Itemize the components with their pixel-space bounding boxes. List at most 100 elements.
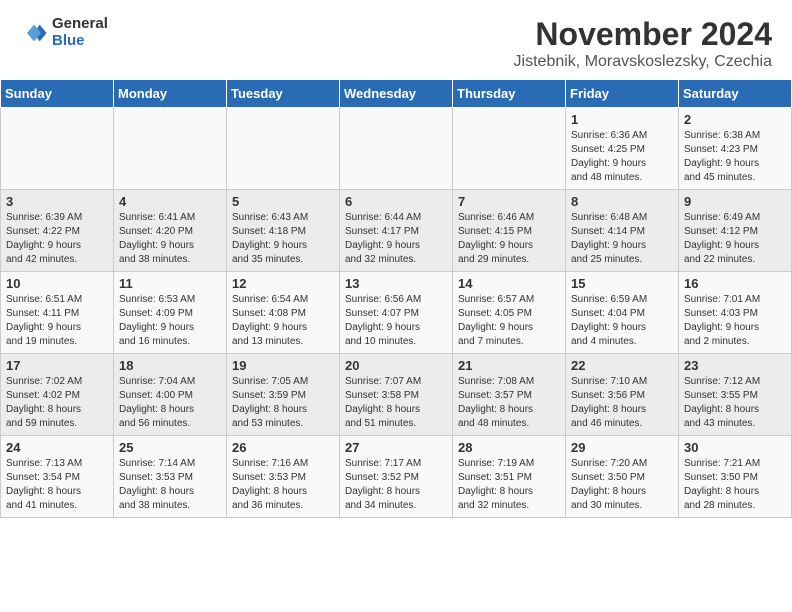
calendar-day-cell: 24 Sunrise: 7:13 AM Sunset: 3:54 PM Dayli… — [1, 436, 114, 518]
day-info: Sunrise: 7:21 AM Sunset: 3:50 PM Dayligh… — [684, 457, 786, 513]
day-number: 12 — [232, 276, 334, 291]
calendar-day-cell: 11Sunrise: 6:53 AM Sunset: 4:09 PM Dayli… — [114, 272, 227, 354]
day-number: 29 — [571, 440, 673, 455]
day-number: 14 — [458, 276, 560, 291]
calendar-day-cell: 10 Sunrise: 6:51 AM Sunset: 4:11 PM Dayli… — [1, 272, 114, 354]
day-number: 5 — [232, 194, 334, 209]
weekday-header: Saturday — [679, 80, 792, 108]
calendar-day-cell: 30Sunrise: 7:21 AM Sunset: 3:50 PM Dayli… — [679, 436, 792, 518]
day-number: 19 — [232, 358, 334, 373]
calendar-day-cell: 14 Sunrise: 6:57 AM Sunset: 4:05 PM Dayli… — [453, 272, 566, 354]
day-number: 9 — [684, 194, 786, 209]
calendar-day-cell: 16 Sunrise: 7:01 AM Sunset: 4:03 PM Dayli… — [679, 272, 792, 354]
day-info: Sunrise: 7:08 AM Sunset: 3:57 PM Dayligh… — [458, 375, 560, 431]
logo-general-text: General — [52, 16, 108, 33]
calendar-day-cell: 4 Sunrise: 6:41 AM Sunset: 4:20 PM Daylig… — [114, 190, 227, 272]
calendar-day-cell: 20 Sunrise: 7:07 AM Sunset: 3:58 PM Dayli… — [340, 354, 453, 436]
logo-icon — [20, 19, 48, 47]
calendar-day-cell: 12 Sunrise: 6:54 AM Sunset: 4:08 PM Dayli… — [227, 272, 340, 354]
day-number: 17 — [6, 358, 108, 373]
logo: General Blue — [20, 16, 108, 49]
weekday-header: Tuesday — [227, 80, 340, 108]
month-title: November 2024 — [514, 16, 772, 53]
calendar-week-row: 1 Sunrise: 6:36 AM Sunset: 4:25 PM Daylig… — [1, 108, 792, 190]
calendar-day-cell: 22 Sunrise: 7:10 AM Sunset: 3:56 PM Dayli… — [566, 354, 679, 436]
day-info: Sunrise: 6:46 AM Sunset: 4:15 PM Dayligh… — [458, 211, 560, 267]
day-number: 20 — [345, 358, 447, 373]
day-info: Sunrise: 6:51 AM Sunset: 4:11 PM Dayligh… — [6, 293, 108, 349]
day-info: Sunrise: 7:10 AM Sunset: 3:56 PM Dayligh… — [571, 375, 673, 431]
day-info: Sunrise: 6:41 AM Sunset: 4:20 PM Dayligh… — [119, 211, 221, 267]
calendar-day-cell: 17 Sunrise: 7:02 AM Sunset: 4:02 PM Dayli… — [1, 354, 114, 436]
calendar-day-cell: 27 Sunrise: 7:17 AM Sunset: 3:52 PM Dayli… — [340, 436, 453, 518]
day-number: 24 — [6, 440, 108, 455]
day-number: 6 — [345, 194, 447, 209]
day-number: 23 — [684, 358, 786, 373]
day-number: 7 — [458, 194, 560, 209]
day-info: Sunrise: 7:12 AM Sunset: 3:55 PM Dayligh… — [684, 375, 786, 431]
title-block: November 2024 Jistebnik, Moravskoslezsky… — [514, 16, 772, 71]
day-number: 4 — [119, 194, 221, 209]
weekday-header: Friday — [566, 80, 679, 108]
calendar-week-row: 17 Sunrise: 7:02 AM Sunset: 4:02 PM Dayli… — [1, 354, 792, 436]
day-number: 22 — [571, 358, 673, 373]
day-number: 18 — [119, 358, 221, 373]
day-info: Sunrise: 6:57 AM Sunset: 4:05 PM Dayligh… — [458, 293, 560, 349]
calendar-day-cell: 29 Sunrise: 7:20 AM Sunset: 3:50 PM Dayli… — [566, 436, 679, 518]
calendar-day-cell — [453, 108, 566, 190]
day-number: 2 — [684, 112, 786, 127]
day-info: Sunrise: 6:56 AM Sunset: 4:07 PM Dayligh… — [345, 293, 447, 349]
calendar-day-cell: 7 Sunrise: 6:46 AM Sunset: 4:15 PM Daylig… — [453, 190, 566, 272]
day-info: Sunrise: 7:01 AM Sunset: 4:03 PM Dayligh… — [684, 293, 786, 349]
calendar-day-cell: 13Sunrise: 6:56 AM Sunset: 4:07 PM Dayli… — [340, 272, 453, 354]
day-number: 11 — [119, 276, 221, 291]
day-info: Sunrise: 7:17 AM Sunset: 3:52 PM Dayligh… — [345, 457, 447, 513]
calendar-day-cell: 19 Sunrise: 7:05 AM Sunset: 3:59 PM Dayli… — [227, 354, 340, 436]
day-info: Sunrise: 6:48 AM Sunset: 4:14 PM Dayligh… — [571, 211, 673, 267]
day-number: 26 — [232, 440, 334, 455]
calendar-day-cell: 28Sunrise: 7:19 AM Sunset: 3:51 PM Dayli… — [453, 436, 566, 518]
day-number: 10 — [6, 276, 108, 291]
day-info: Sunrise: 7:14 AM Sunset: 3:53 PM Dayligh… — [119, 457, 221, 513]
day-info: Sunrise: 7:02 AM Sunset: 4:02 PM Dayligh… — [6, 375, 108, 431]
calendar-week-row: 3Sunrise: 6:39 AM Sunset: 4:22 PM Daylig… — [1, 190, 792, 272]
weekday-header: Monday — [114, 80, 227, 108]
calendar-day-cell: 1 Sunrise: 6:36 AM Sunset: 4:25 PM Daylig… — [566, 108, 679, 190]
calendar-week-row: 24 Sunrise: 7:13 AM Sunset: 3:54 PM Dayli… — [1, 436, 792, 518]
day-info: Sunrise: 6:36 AM Sunset: 4:25 PM Dayligh… — [571, 129, 673, 185]
calendar-day-cell: 9 Sunrise: 6:49 AM Sunset: 4:12 PM Daylig… — [679, 190, 792, 272]
day-number: 15 — [571, 276, 673, 291]
calendar-day-cell: 23 Sunrise: 7:12 AM Sunset: 3:55 PM Dayli… — [679, 354, 792, 436]
day-info: Sunrise: 7:20 AM Sunset: 3:50 PM Dayligh… — [571, 457, 673, 513]
calendar-day-cell — [340, 108, 453, 190]
calendar-day-cell: 26 Sunrise: 7:16 AM Sunset: 3:53 PM Dayli… — [227, 436, 340, 518]
day-number: 16 — [684, 276, 786, 291]
calendar-day-cell: 2Sunrise: 6:38 AM Sunset: 4:23 PM Daylig… — [679, 108, 792, 190]
day-info: Sunrise: 7:13 AM Sunset: 3:54 PM Dayligh… — [6, 457, 108, 513]
calendar-day-cell: 6 Sunrise: 6:44 AM Sunset: 4:17 PM Daylig… — [340, 190, 453, 272]
day-info: Sunrise: 7:05 AM Sunset: 3:59 PM Dayligh… — [232, 375, 334, 431]
calendar-day-cell: 25Sunrise: 7:14 AM Sunset: 3:53 PM Dayli… — [114, 436, 227, 518]
day-info: Sunrise: 6:43 AM Sunset: 4:18 PM Dayligh… — [232, 211, 334, 267]
day-info: Sunrise: 6:54 AM Sunset: 4:08 PM Dayligh… — [232, 293, 334, 349]
calendar-day-cell: 18 Sunrise: 7:04 AM Sunset: 4:00 PM Dayli… — [114, 354, 227, 436]
day-number: 8 — [571, 194, 673, 209]
day-number: 28 — [458, 440, 560, 455]
day-info: Sunrise: 6:49 AM Sunset: 4:12 PM Dayligh… — [684, 211, 786, 267]
calendar-day-cell: 8 Sunrise: 6:48 AM Sunset: 4:14 PM Daylig… — [566, 190, 679, 272]
day-number: 27 — [345, 440, 447, 455]
calendar-day-cell — [1, 108, 114, 190]
day-info: Sunrise: 7:04 AM Sunset: 4:00 PM Dayligh… — [119, 375, 221, 431]
calendar-header: SundayMondayTuesdayWednesdayThursdayFrid… — [1, 80, 792, 108]
weekday-header: Sunday — [1, 80, 114, 108]
day-number: 1 — [571, 112, 673, 127]
day-info: Sunrise: 6:44 AM Sunset: 4:17 PM Dayligh… — [345, 211, 447, 267]
day-number: 21 — [458, 358, 560, 373]
logo-blue-text: Blue — [52, 33, 108, 50]
page-header: General Blue November 2024 Jistebnik, Mo… — [0, 0, 792, 79]
calendar-table: SundayMondayTuesdayWednesdayThursdayFrid… — [0, 79, 792, 518]
day-info: Sunrise: 7:07 AM Sunset: 3:58 PM Dayligh… — [345, 375, 447, 431]
location-subtitle: Jistebnik, Moravskoslezsky, Czechia — [514, 53, 772, 71]
day-info: Sunrise: 7:16 AM Sunset: 3:53 PM Dayligh… — [232, 457, 334, 513]
calendar-day-cell — [227, 108, 340, 190]
